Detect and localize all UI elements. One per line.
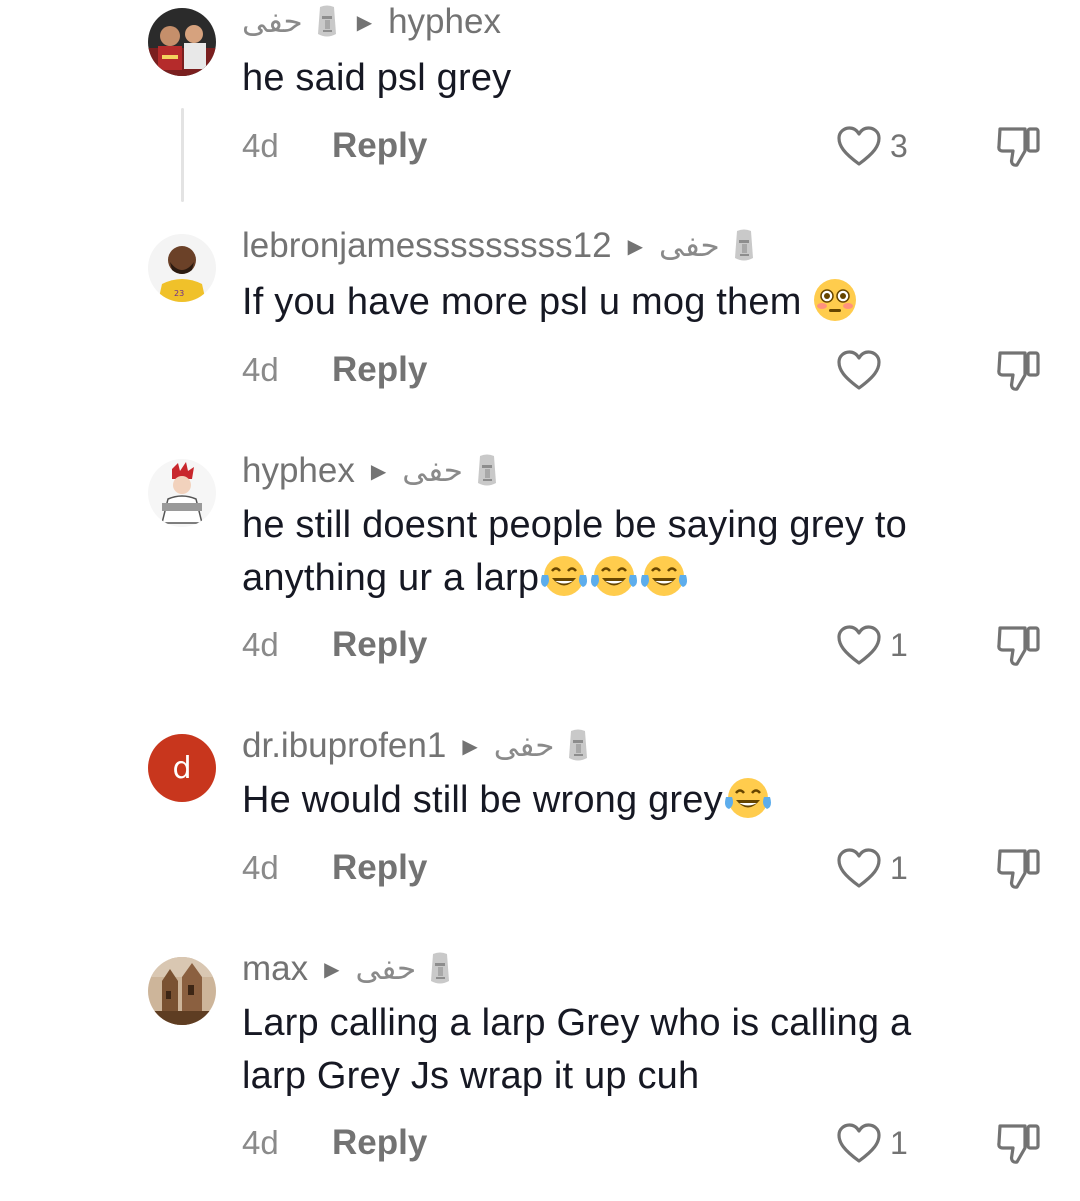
- like-button[interactable]: 1: [836, 844, 908, 892]
- like-button[interactable]: [836, 346, 890, 394]
- dislike-icon: [995, 123, 1043, 169]
- user-display-name[interactable]: حفى: [242, 4, 303, 40]
- like-count: 1: [890, 1124, 908, 1161]
- heart-icon: [836, 125, 882, 167]
- heart-icon: [836, 349, 882, 391]
- flushed-face-icon: [812, 277, 858, 323]
- comment-time: 4d: [242, 1124, 279, 1161]
- comment-username[interactable]: hyphex: [242, 451, 355, 491]
- caret-right-icon: ▶: [627, 235, 643, 258]
- comment-header: max ▶ حفى: [242, 947, 454, 991]
- like-button[interactable]: 3: [836, 122, 908, 170]
- dislike-button[interactable]: [995, 621, 1043, 669]
- moai-icon: [426, 951, 454, 987]
- comment-username[interactable]: dr.ibuprofen1: [242, 726, 446, 766]
- tears-of-joy-icon: [723, 775, 773, 821]
- caret-right-icon: ▶: [356, 11, 373, 34]
- comment-username[interactable]: max: [242, 949, 308, 989]
- reply-button[interactable]: Reply: [332, 625, 427, 665]
- comment-header: حفى ▶ hyphex: [242, 0, 501, 44]
- like-button[interactable]: 1: [836, 621, 908, 669]
- reply-to-username[interactable]: حفى: [494, 728, 555, 764]
- comment-header: hyphex ▶ حفى: [242, 449, 501, 493]
- like-count: 3: [890, 127, 908, 164]
- reply-button[interactable]: Reply: [332, 126, 427, 166]
- comment-text: Larp calling a larp Grey who is calling …: [242, 1002, 912, 1097]
- avatar[interactable]: d: [148, 734, 216, 802]
- comment-time: 4d: [242, 626, 279, 663]
- comment-meta: 4d Reply: [242, 846, 427, 890]
- tears-of-joy-icon: [539, 553, 589, 599]
- reply-to-username[interactable]: حفى: [356, 951, 417, 987]
- caret-right-icon: ▶: [324, 958, 340, 981]
- dislike-icon: [995, 1120, 1043, 1166]
- reply-button[interactable]: Reply: [332, 1123, 427, 1163]
- comment-meta: 4d Reply: [242, 348, 427, 392]
- comment-text: he still doesnt people be saying grey to…: [242, 504, 907, 599]
- dislike-button[interactable]: [995, 1119, 1043, 1167]
- moai-icon: [473, 453, 501, 489]
- comment-time: 4d: [242, 127, 279, 164]
- svg-text:23: 23: [174, 289, 184, 298]
- comment-meta: 4d Reply: [242, 623, 427, 667]
- reply-to-username[interactable]: حفى: [659, 228, 720, 264]
- heart-icon: [836, 1122, 882, 1164]
- thread-line: [181, 108, 184, 202]
- avatar[interactable]: 23: [148, 234, 216, 302]
- comment-meta: 4d Reply: [242, 124, 427, 168]
- comment-text: He would still be wrong grey: [242, 774, 1032, 827]
- reply-to-username[interactable]: حفى: [402, 453, 463, 489]
- reply-to-username[interactable]: hyphex: [388, 2, 501, 42]
- caret-right-icon: ▶: [462, 735, 478, 758]
- moai-icon: [730, 228, 758, 264]
- heart-icon: [836, 847, 882, 889]
- avatar[interactable]: [148, 8, 216, 76]
- like-count: 1: [890, 626, 908, 663]
- dislike-icon: [995, 845, 1043, 891]
- comment-time: 4d: [242, 351, 279, 388]
- reply-button[interactable]: Reply: [332, 848, 427, 888]
- moai-icon: [564, 728, 592, 764]
- dislike-icon: [995, 347, 1043, 393]
- reply-button[interactable]: Reply: [332, 350, 427, 390]
- moai-icon: [313, 4, 341, 40]
- dislike-button[interactable]: [995, 844, 1043, 892]
- like-button[interactable]: 1: [836, 1119, 908, 1167]
- like-count: 1: [890, 849, 908, 886]
- tears-of-joy-icon: [589, 553, 639, 599]
- comment-text: he said psl grey: [242, 57, 512, 99]
- comment-header: dr.ibuprofen1 ▶ حفى: [242, 724, 592, 768]
- comment-header: lebronjamesssssssss12 ▶ حفى: [242, 224, 758, 268]
- dislike-button[interactable]: [995, 122, 1043, 170]
- comment-time: 4d: [242, 849, 279, 886]
- dislike-button[interactable]: [995, 346, 1043, 394]
- tears-of-joy-icon: [639, 553, 689, 599]
- caret-right-icon: ▶: [370, 460, 387, 483]
- avatar[interactable]: [148, 459, 216, 527]
- comment-meta: 4d Reply: [242, 1121, 427, 1165]
- comment-text: If you have more psl u mog them: [242, 276, 1032, 329]
- heart-icon: [836, 624, 882, 666]
- dislike-icon: [995, 622, 1043, 668]
- avatar[interactable]: [148, 957, 216, 1025]
- comment-username[interactable]: lebronjamesssssssss12: [242, 226, 612, 266]
